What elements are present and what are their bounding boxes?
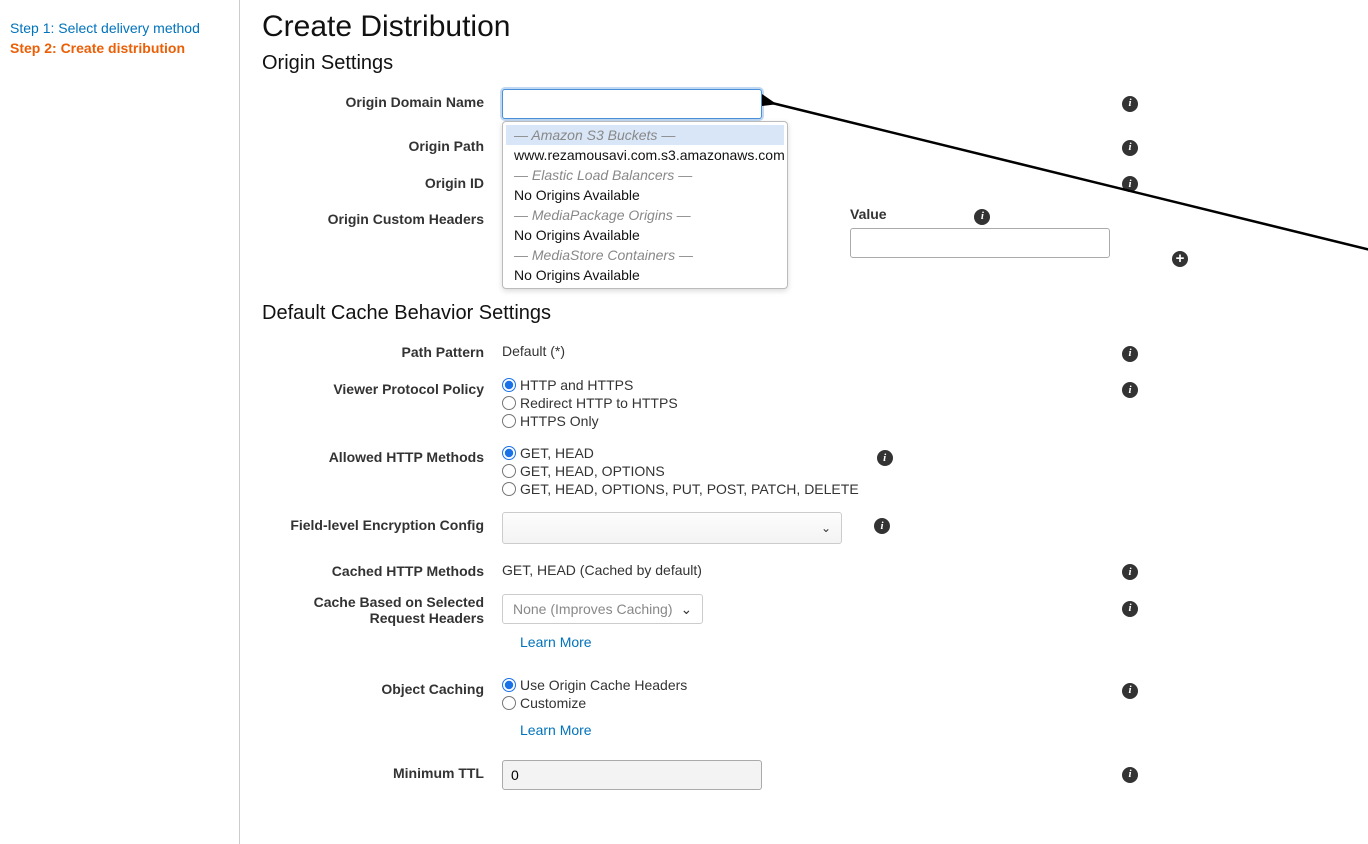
add-header-icon[interactable]: + [1172,251,1188,267]
cache-headers-select[interactable]: None (Improves Caching) ⌄ [502,594,703,624]
allowed-methods-opt-c[interactable]: GET, HEAD, OPTIONS, PUT, POST, PATCH, DE… [502,480,859,498]
chevron-down-icon: ⌄ [821,521,831,535]
header-value-label: Value [850,206,887,228]
cache-headers-label-1: Cache Based on Selected [262,594,484,610]
learn-more-link[interactable]: Learn More [520,722,592,738]
cached-methods-label: Cached HTTP Methods [262,558,502,579]
radio-input[interactable] [502,396,516,410]
origin-domain-label: Origin Domain Name [262,89,502,110]
row-cached-methods: Cached HTTP Methods GET, HEAD (Cached by… [262,558,1346,581]
row-origin-path: Origin Path i [262,133,1346,156]
radio-input[interactable] [502,696,516,710]
cache-headers-value: None (Improves Caching) [513,601,673,617]
viewer-policy-label: Viewer Protocol Policy [262,376,502,397]
radio-input[interactable] [502,446,516,460]
header-value-input[interactable] [850,228,1110,258]
allowed-methods-opt-b[interactable]: GET, HEAD, OPTIONS [502,462,859,480]
radio-input[interactable] [502,678,516,692]
cache-headers-label-2: Request Headers [262,610,484,626]
row-min-ttl: Minimum TTL i [262,760,1346,790]
fle-label: Field-level Encryption Config [262,512,502,533]
main-content: Create Distribution Origin Settings Orig… [240,0,1368,844]
chevron-down-icon: ⌄ [681,601,693,618]
info-icon[interactable]: i [1122,683,1138,699]
row-origin-headers: Origin Custom Headers Value i + [262,206,1346,276]
allowed-methods-opt-a[interactable]: GET, HEAD [502,444,859,462]
origin-path-label: Origin Path [262,133,502,154]
viewer-policy-opt-b[interactable]: Redirect HTTP to HTTPS [502,394,850,412]
info-icon[interactable]: i [1122,382,1138,398]
radio-input[interactable] [502,378,516,392]
step-1-link[interactable]: Step 1: Select delivery method [10,20,229,36]
row-object-caching: Object Caching Use Origin Cache Headers … [262,676,1346,738]
row-viewer-policy: Viewer Protocol Policy HTTP and HTTPS Re… [262,376,1346,430]
radio-input[interactable] [502,464,516,478]
dropdown-group-s3: — Amazon S3 Buckets — [506,125,784,145]
info-icon[interactable]: i [1122,767,1138,783]
min-ttl-input[interactable] [502,760,762,790]
row-origin-domain: Origin Domain Name — Amazon S3 Buckets —… [262,89,1346,119]
viewer-policy-opt-a[interactable]: HTTP and HTTPS [502,376,850,394]
info-icon[interactable]: i [1122,176,1138,192]
info-icon[interactable]: i [1122,346,1138,362]
dropdown-group-elb: — Elastic Load Balancers — [506,165,784,185]
dropdown-item-s3-1[interactable]: www.rezamousavi.com.s3.amazonaws.com [506,145,784,165]
viewer-policy-opt-c[interactable]: HTTPS Only [502,412,850,430]
dropdown-item-elb-1[interactable]: No Origins Available [506,185,784,205]
info-icon[interactable]: i [1122,564,1138,580]
row-fle: Field-level Encryption Config ⌄ i [262,512,1346,544]
info-icon[interactable]: i [874,518,890,534]
wizard-sidebar: Step 1: Select delivery method Step 2: C… [0,0,240,844]
cached-methods-value: GET, HEAD (Cached by default) [502,558,850,578]
radio-input[interactable] [502,482,516,496]
origin-headers-label: Origin Custom Headers [262,206,502,227]
info-icon[interactable]: i [1122,601,1138,617]
step-2-link[interactable]: Step 2: Create distribution [10,40,229,56]
page-title: Create Distribution [262,10,1346,44]
dropdown-item-ms-1[interactable]: No Origins Available [506,265,784,285]
fle-select[interactable]: ⌄ [502,512,842,544]
path-pattern-value: Default (*) [502,339,850,359]
dropdown-group-mp: — MediaPackage Origins — [506,205,784,225]
object-caching-opt-b[interactable]: Customize [502,694,850,712]
info-icon[interactable]: i [974,209,990,225]
path-pattern-label: Path Pattern [262,339,502,360]
row-path-pattern: Path Pattern Default (*) i [262,339,1346,362]
dropdown-group-ms: — MediaStore Containers — [506,245,784,265]
origin-domain-dropdown[interactable]: — Amazon S3 Buckets — www.rezamousavi.co… [502,121,788,289]
dropdown-item-mp-1[interactable]: No Origins Available [506,225,784,245]
min-ttl-label: Minimum TTL [262,760,502,781]
origin-id-label: Origin ID [262,170,502,191]
cache-section-title: Default Cache Behavior Settings [262,302,1346,325]
origin-domain-input[interactable] [502,89,762,119]
info-icon[interactable]: i [1122,140,1138,156]
info-icon[interactable]: i [1122,96,1138,112]
row-allowed-methods: Allowed HTTP Methods GET, HEAD GET, HEAD… [262,444,1346,498]
info-icon[interactable]: i [877,450,893,466]
origin-section-title: Origin Settings [262,52,1346,75]
row-origin-id: Origin ID i [262,170,1346,193]
allowed-methods-label: Allowed HTTP Methods [262,444,502,465]
learn-more-link[interactable]: Learn More [520,634,592,650]
object-caching-opt-a[interactable]: Use Origin Cache Headers [502,676,850,694]
object-caching-label: Object Caching [262,676,502,697]
row-cache-headers: Cache Based on Selected Request Headers … [262,594,1346,650]
radio-input[interactable] [502,414,516,428]
